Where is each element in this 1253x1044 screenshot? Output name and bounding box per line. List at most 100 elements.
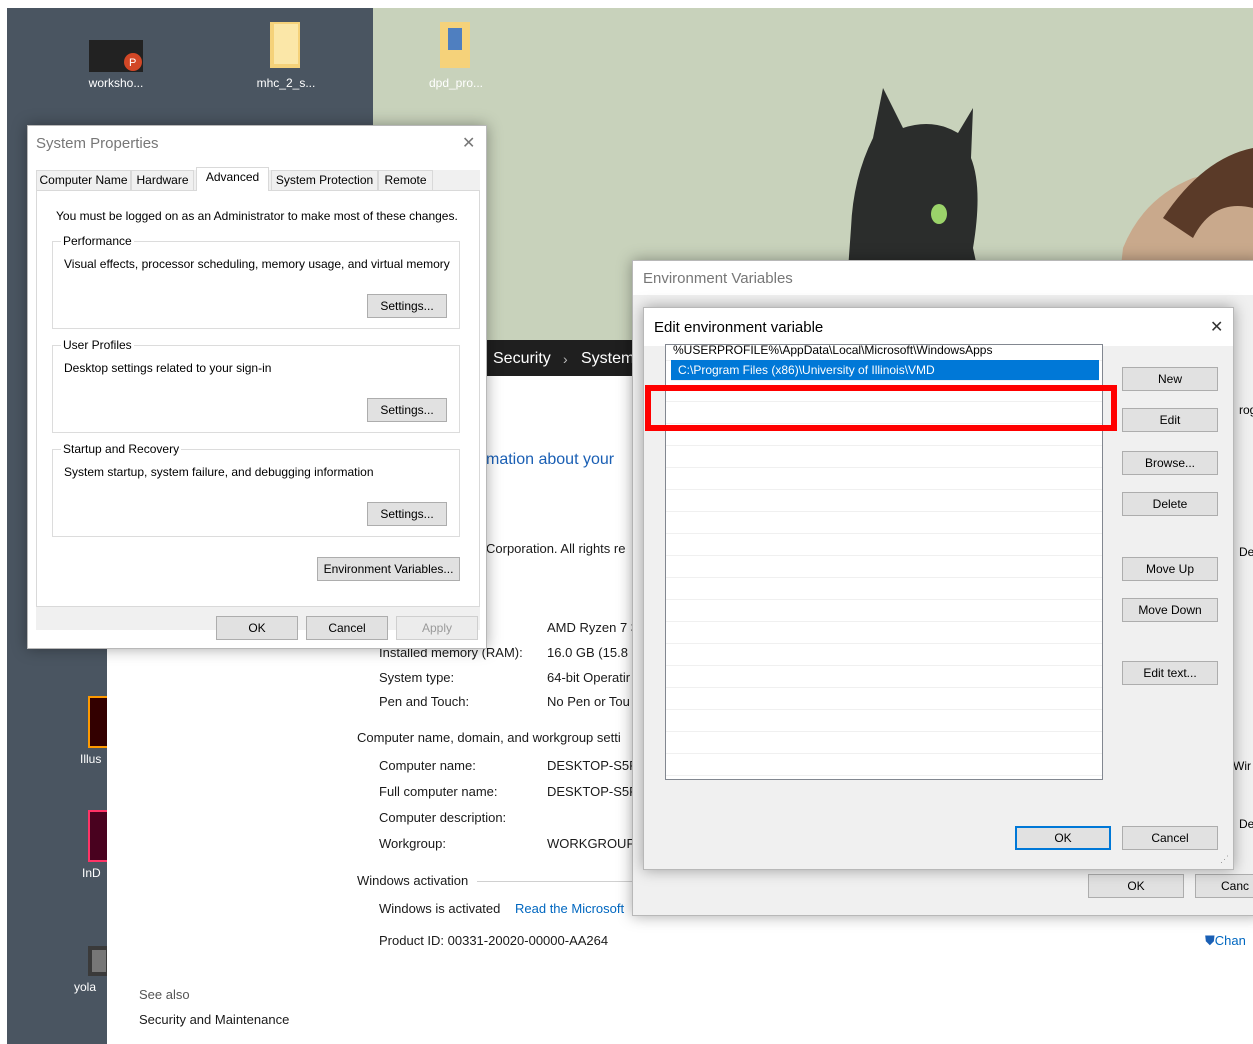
partial-text: Wir	[1233, 759, 1251, 773]
close-icon[interactable]: ✕	[1210, 317, 1223, 337]
environment-variables-button[interactable]: Environment Variables...	[317, 557, 460, 581]
user-profiles-settings-button[interactable]: Settings...	[367, 398, 447, 422]
desktop-icon-workshop[interactable]: P worksho...	[66, 40, 166, 90]
move-up-button[interactable]: Move Up	[1122, 557, 1218, 581]
list-item-empty[interactable]	[666, 491, 1102, 512]
advanced-tab-panel: You must be logged on as an Administrato…	[36, 190, 480, 607]
new-button[interactable]: New	[1122, 367, 1218, 391]
edit-environment-variable-dialog: Edit environment variable ✕ %USERPROFILE…	[643, 307, 1234, 870]
browse-button[interactable]: Browse...	[1122, 451, 1218, 475]
tab-advanced[interactable]: Advanced	[196, 167, 269, 191]
title-bar: System Properties ✕	[28, 126, 486, 160]
title-bar: Environment Variables	[633, 261, 1253, 295]
product-id: Product ID: 00331-20020-00000-AA264	[379, 933, 609, 948]
cancel-button[interactable]: Cancel	[306, 616, 388, 640]
list-item-empty[interactable]	[666, 469, 1102, 490]
desktop-icon-dpd[interactable]: dpd_pro...	[406, 20, 506, 90]
list-item-empty[interactable]	[666, 667, 1102, 688]
startup-recovery-settings-button[interactable]: Settings...	[367, 502, 447, 526]
dialog-title: Environment Variables	[643, 270, 793, 287]
spec-label: System type:	[379, 670, 455, 685]
partial-delete-button[interactable]: Dele	[1239, 817, 1253, 831]
ok-button[interactable]: OK	[1015, 826, 1111, 850]
spec-label: Pen and Touch:	[379, 694, 470, 709]
list-item-empty[interactable]	[666, 645, 1102, 666]
cancel-button[interactable]: Cancel	[1122, 826, 1218, 850]
list-item-empty[interactable]	[666, 447, 1102, 468]
tab-computer-name[interactable]: Computer Name	[36, 170, 131, 190]
partial-text: rog	[1239, 403, 1253, 417]
tab-hardware[interactable]: Hardware	[131, 170, 194, 190]
spec-value-system-type: 64-bit Operatir	[547, 670, 631, 685]
breadcrumb-security[interactable]: Security	[493, 350, 551, 368]
computer-row-label: Workgroup:	[379, 836, 446, 851]
change-product-key-link[interactable]: ⛊Chan	[1205, 933, 1246, 949]
resize-grip-icon[interactable]: ⋰	[1220, 854, 1229, 865]
shield-icon: ⛊	[1205, 933, 1215, 948]
section-divider	[477, 881, 637, 882]
apply-button[interactable]: Apply	[396, 616, 478, 640]
computer-row-label: Computer description:	[379, 810, 507, 825]
spec-value-pen: No Pen or Tou	[547, 694, 630, 709]
spec-value-processor: AMD Ryzen 7 3	[547, 620, 639, 635]
copyright-text: Corporation. All rights re	[486, 541, 626, 556]
list-item-empty[interactable]	[666, 557, 1102, 578]
activation-section-title: Windows activation	[357, 873, 469, 888]
ok-button[interactable]: OK	[1088, 874, 1184, 898]
cancel-button[interactable]: Canc	[1195, 874, 1253, 898]
edit-button[interactable]: Edit	[1122, 408, 1218, 432]
tab-remote[interactable]: Remote	[378, 170, 433, 190]
user-profiles-label: User Profiles	[61, 338, 134, 352]
desktop-icon-illustrator[interactable]: Illus	[60, 696, 110, 766]
list-item[interactable]: %USERPROFILE%\AppData\Local\Microsoft\Wi…	[666, 345, 1102, 361]
startup-recovery-group: Startup and Recovery System startup, sys…	[52, 442, 460, 537]
admin-note: You must be logged on as an Administrato…	[56, 209, 458, 223]
list-item-empty[interactable]	[666, 711, 1102, 732]
list-item-empty[interactable]	[666, 579, 1102, 600]
dialog-title: System Properties	[36, 135, 159, 152]
performance-label: Performance	[61, 234, 134, 248]
tab-system-protection[interactable]: System Protection	[271, 170, 378, 190]
list-item-empty[interactable]	[666, 689, 1102, 710]
edit-text-button[interactable]: Edit text...	[1122, 661, 1218, 685]
list-item-selected[interactable]: C:\Program Files (x86)\University of Ill…	[671, 360, 1099, 381]
list-item-empty[interactable]	[666, 513, 1102, 534]
desktop-icon-mhc[interactable]: mhc_2_s...	[236, 20, 336, 90]
move-down-button[interactable]: Move Down	[1122, 598, 1218, 622]
license-terms-link[interactable]: Read the Microsoft	[515, 901, 624, 916]
performance-settings-button[interactable]: Settings...	[367, 294, 447, 318]
user-profiles-desc: Desktop settings related to your sign-in	[64, 361, 272, 375]
desktop-icon-label: dpd_pro...	[428, 76, 484, 90]
system-properties-dialog: System Properties ✕ Computer Name Hardwa…	[27, 125, 487, 649]
breadcrumb-system[interactable]: System	[581, 350, 634, 368]
partial-delete-button[interactable]: Dele	[1239, 545, 1253, 559]
ok-button[interactable]: OK	[216, 616, 298, 640]
delete-button[interactable]: Delete	[1122, 492, 1218, 516]
desktop-icon-indesign[interactable]: InD	[60, 810, 110, 880]
list-item-empty[interactable]	[666, 623, 1102, 644]
computer-name-section-title: Computer name, domain, and workgroup set…	[357, 730, 621, 745]
activation-status: Windows is activated	[379, 901, 501, 916]
breadcrumb-separator: ›	[563, 351, 568, 367]
computer-row-label: Full computer name:	[379, 784, 498, 799]
desktop-icon-yola[interactable]: yola	[60, 946, 110, 994]
svg-text:P: P	[129, 57, 136, 69]
list-item-empty[interactable]	[666, 733, 1102, 754]
title-bar: Edit environment variable ✕	[644, 308, 1233, 346]
computer-row-value: DESKTOP-S5PF	[547, 784, 646, 799]
dialog-title: Edit environment variable	[654, 319, 824, 336]
list-item-empty[interactable]	[666, 755, 1102, 776]
see-also-heading: See also	[139, 987, 190, 1002]
tab-strip-area: Computer Name Hardware Advanced System P…	[36, 167, 480, 630]
list-item-empty[interactable]	[666, 535, 1102, 556]
computer-row-label: Computer name:	[379, 758, 476, 773]
startup-recovery-label: Startup and Recovery	[61, 442, 182, 456]
computer-row-value: DESKTOP-S5PF	[547, 758, 646, 773]
list-item-empty[interactable]	[666, 601, 1102, 622]
folder-file-icon	[270, 22, 300, 68]
page-heading: mation about your	[486, 451, 615, 468]
close-icon[interactable]: ✕	[462, 133, 475, 153]
desktop-icon-label: mhc_2_s...	[256, 76, 316, 90]
security-maintenance-link[interactable]: Security and Maintenance	[139, 1012, 289, 1027]
startup-recovery-desc: System startup, system failure, and debu…	[64, 465, 374, 479]
